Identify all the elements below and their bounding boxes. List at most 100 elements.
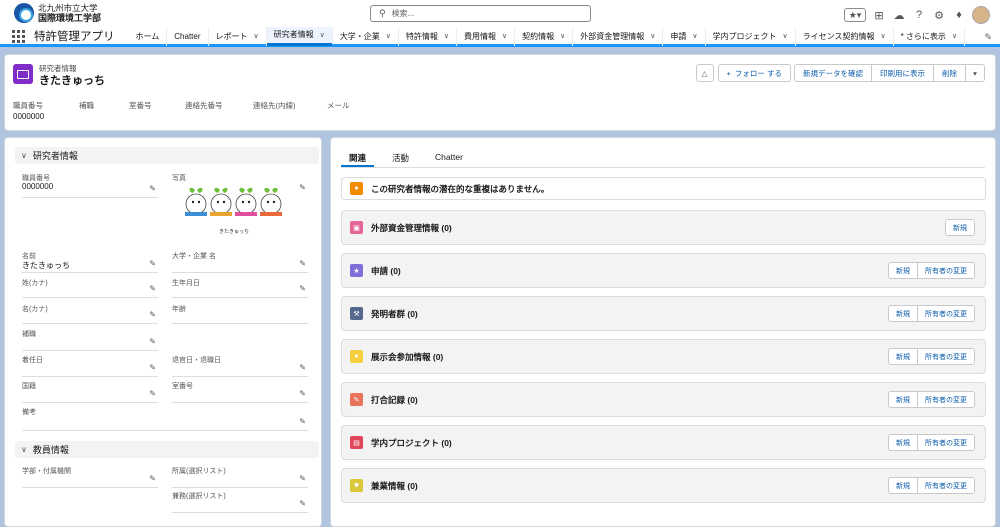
section-researcher-info[interactable]: ∨ 研究者情報 [15, 147, 319, 164]
new-button[interactable]: 新規 [888, 391, 918, 408]
related-list-title[interactable]: 外部資金管理情報 (0) [371, 222, 452, 234]
related-list-title[interactable]: 展示会参加情報 (0) [371, 351, 443, 363]
nav-tab-5[interactable]: 特許情報 ∨ [399, 26, 457, 46]
field-label: 年齢 [172, 306, 186, 313]
chevron-down-icon[interactable]: ∨ [444, 32, 449, 40]
edit-nav-pencil-icon[interactable]: ✎ [984, 32, 992, 43]
change-owner-button[interactable]: 所有者の変更 [917, 434, 975, 451]
org-logo[interactable]: 北九州市立大学 国際環境工学部 [14, 3, 101, 23]
edit-pencil-icon[interactable]: ✎ [149, 184, 156, 193]
nav-tab-12[interactable]: * さらに表示 ∨ [894, 26, 966, 46]
hierarchy-button[interactable]: △ [695, 64, 714, 82]
chevron-down-icon[interactable]: ∨ [254, 32, 259, 40]
nav-tab-4[interactable]: 大学・企業 ∨ [333, 26, 399, 46]
chevron-down-icon[interactable]: ∨ [560, 32, 565, 40]
bag-icon: ■ [350, 479, 363, 492]
search-icon: ⚲ [379, 8, 386, 18]
tab-chatter[interactable]: Chatter [427, 148, 471, 167]
new-button[interactable]: 新規 [888, 434, 918, 451]
search-placeholder: 検索... [391, 9, 415, 18]
help-icon[interactable]: ? [912, 8, 926, 22]
nav-tab-label: 研究者情報 [273, 30, 314, 39]
follow-label: フォロー する [734, 68, 782, 78]
edit-pencil-icon[interactable]: ✎ [149, 337, 156, 346]
chevron-down-icon[interactable]: ∨ [952, 32, 957, 40]
edit-pencil-icon[interactable]: ✎ [299, 389, 306, 398]
edit-pencil-icon[interactable]: ✎ [299, 284, 306, 293]
new-button[interactable]: 新規 [888, 262, 918, 279]
hl-label-email: メール [327, 101, 350, 110]
global-search-input[interactable]: ⚲ 検索... [370, 5, 591, 22]
related-list-card: ▤ 学内プロジェクト (0) 新規 所有者の変更 [341, 425, 986, 460]
tab-activity[interactable]: 活動 [384, 148, 417, 167]
edit-pencil-icon[interactable]: ✎ [299, 259, 306, 268]
change-owner-button[interactable]: 所有者の変更 [917, 477, 975, 494]
edit-pencil-icon[interactable]: ✎ [149, 284, 156, 293]
field-label: 学部・付属機関 [22, 468, 71, 475]
related-list-title[interactable]: 兼業情報 (0) [371, 480, 418, 492]
nav-tab-0[interactable]: ホーム [129, 26, 168, 46]
related-list-title[interactable]: 打合記録 (0) [371, 394, 418, 406]
edit-pencil-icon[interactable]: ✎ [299, 363, 306, 372]
print-view-button[interactable]: 印刷用に表示 [871, 64, 934, 82]
edit-pencil-icon[interactable]: ✎ [149, 474, 156, 483]
follow-button[interactable]: + フォロー する [717, 64, 791, 82]
nav-tab-9[interactable]: 申請 ∨ [663, 26, 706, 46]
change-owner-button[interactable]: 所有者の変更 [917, 305, 975, 322]
org-name-line1: 北九州市立大学 [38, 3, 98, 13]
edit-pencil-icon[interactable]: ✎ [299, 474, 306, 483]
change-owner-button[interactable]: 所有者の変更 [917, 262, 975, 279]
global-actions-plus-icon[interactable]: ⊞ [872, 8, 886, 22]
check-new-data-button[interactable]: 新規データを確認 [794, 64, 872, 82]
more-actions-chevron-down-icon[interactable]: ▾ [965, 64, 985, 82]
nav-tab-3[interactable]: 研究者情報 ∨ [266, 26, 333, 46]
field-concurrent: 兼務(選択リスト) ✎ [172, 491, 308, 513]
tab-related[interactable]: 関連 [341, 148, 375, 167]
edit-pencil-icon[interactable]: ✎ [299, 499, 306, 508]
gear-icon[interactable]: ⚙ [932, 8, 946, 22]
field-label: 兼務(選択リスト) [172, 493, 226, 500]
new-button[interactable]: 新規 [945, 219, 975, 236]
nav-tab-6[interactable]: 費用情報 ∨ [457, 26, 516, 46]
chevron-down-icon[interactable]: ∨ [692, 32, 697, 40]
edit-pencil-icon[interactable]: ✎ [149, 389, 156, 398]
new-button[interactable]: 新規 [888, 348, 918, 365]
global-header: 北九州市立大学 国際環境工学部 ⚲ 検索... ★▾ ⊞ ☁ ? ⚙ ♦ [0, 0, 1000, 28]
chevron-down-icon[interactable]: ∨ [650, 32, 655, 40]
edit-pencil-icon[interactable]: ✎ [149, 259, 156, 268]
related-list-title[interactable]: 発明者群 (0) [371, 308, 418, 320]
mascot-figure [235, 187, 257, 216]
nav-tab-8[interactable]: 外部資金管理情報 ∨ [573, 26, 664, 46]
hl-label-contact: 連絡先番号 [185, 101, 223, 110]
edit-pencil-icon[interactable]: ✎ [149, 310, 156, 319]
change-owner-button[interactable]: 所有者の変更 [917, 391, 975, 408]
user-avatar[interactable] [972, 6, 990, 24]
nav-tab-1[interactable]: Chatter [167, 26, 209, 46]
related-list-title[interactable]: 学内プロジェクト (0) [371, 437, 452, 449]
chevron-down-icon[interactable]: ∨ [502, 32, 507, 40]
new-button[interactable]: 新規 [888, 305, 918, 322]
nav-tab-2[interactable]: レポート ∨ [209, 26, 267, 46]
nav-tab-10[interactable]: 学内プロジェクト ∨ [706, 26, 796, 46]
app-launcher-icon[interactable] [12, 29, 26, 43]
chevron-down-icon[interactable]: ∨ [783, 32, 788, 40]
pencil-icon: ✎ [350, 393, 363, 406]
field-room: 室番号 ✎ [172, 381, 308, 403]
edit-pencil-icon[interactable]: ✎ [299, 183, 306, 192]
nav-tab-11[interactable]: ライセンス契約情報 ∨ [796, 26, 894, 46]
cloud-setup-icon[interactable]: ☁ [892, 8, 906, 22]
edit-pencil-icon[interactable]: ✎ [149, 363, 156, 372]
chevron-down-icon[interactable]: ∨ [880, 32, 885, 40]
favorites-star-icon[interactable]: ★▾ [844, 8, 866, 22]
related-list-title[interactable]: 申請 (0) [371, 265, 401, 277]
chevron-down-icon[interactable]: ∨ [386, 32, 391, 40]
section-faculty-info[interactable]: ∨ 教員情報 [15, 441, 319, 458]
delete-button[interactable]: 削除 [933, 64, 966, 82]
nav-tab-7[interactable]: 契約情報 ∨ [515, 26, 574, 46]
chevron-down-icon[interactable]: ∨ [320, 31, 325, 39]
notifications-bell-icon[interactable]: ♦ [952, 8, 966, 22]
field-nationality: 国籍 ✎ [22, 381, 158, 403]
new-button[interactable]: 新規 [888, 477, 918, 494]
edit-pencil-icon[interactable]: ✎ [299, 417, 306, 426]
change-owner-button[interactable]: 所有者の変更 [917, 348, 975, 365]
